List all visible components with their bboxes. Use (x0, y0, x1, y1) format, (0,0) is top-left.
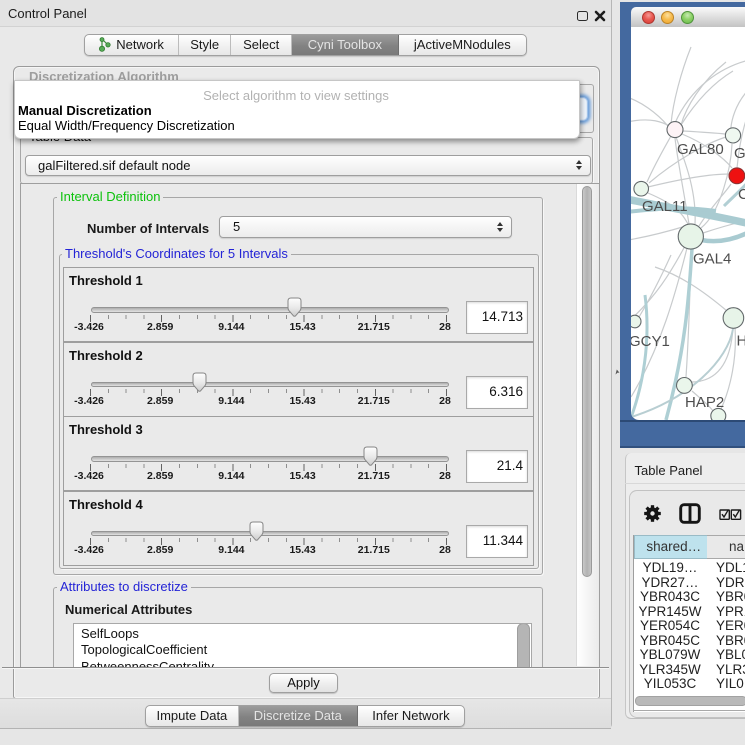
svg-text:GAL4: GAL4 (693, 251, 731, 268)
svg-text:GCY1: GCY1 (631, 333, 670, 350)
svg-text:HAP2: HAP2 (685, 394, 724, 411)
svg-text:GAL80: GAL80 (677, 141, 724, 158)
svg-text:HI: HI (737, 333, 745, 350)
svg-text:GA: GA (734, 145, 745, 162)
svg-text:C: C (738, 186, 745, 203)
svg-text:GAL11: GAL11 (642, 198, 688, 215)
